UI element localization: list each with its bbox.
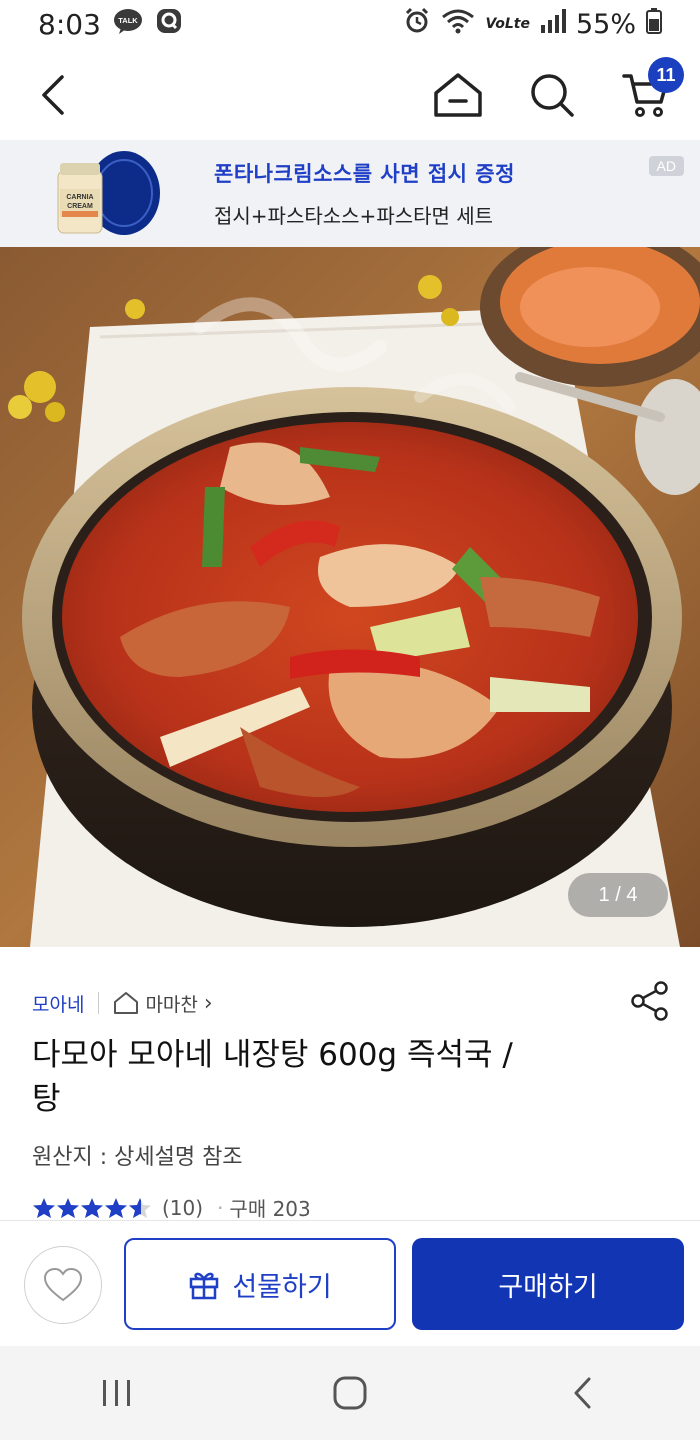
share-icon xyxy=(631,981,668,1021)
buy-button-label: 구매하기 xyxy=(498,1271,598,1303)
purchase-action-bar: 선물하기 구매하기 xyxy=(0,1222,700,1346)
purchase-count: 구매 203 xyxy=(229,1197,311,1221)
system-back-button[interactable] xyxy=(543,1353,623,1433)
signal-icon xyxy=(540,8,566,40)
ad-banner[interactable]: CARNIA CREAM 폰타나크림소스를 사면 접시 증정 접시+파스타소스+… xyxy=(0,140,700,247)
star-rating xyxy=(32,1197,152,1219)
share-button[interactable] xyxy=(628,979,672,1023)
stew-photo xyxy=(0,247,700,947)
gift-button[interactable]: 선물하기 xyxy=(124,1238,396,1330)
status-bar: 8:03 TALK VoLte 55% xyxy=(0,0,700,48)
search-icon xyxy=(531,74,574,117)
product-title-line-2: 탕 xyxy=(32,1081,61,1117)
product-info: 모아네 마마찬 › 다모아 모아네 내장탕 600g 즉석국 / 탕 원산지 :… xyxy=(32,975,672,1222)
ad-title: 폰타나크림소스를 사면 접시 증정 xyxy=(214,162,515,186)
wifi-icon xyxy=(441,8,475,41)
home-icon xyxy=(434,73,482,117)
cart-button[interactable]: 11 xyxy=(614,57,684,127)
product-page: 8:03 TALK VoLte 55% 11 CARNIA CREAM 폰타나크… xyxy=(0,0,700,1440)
breadcrumb-separator xyxy=(98,992,100,1014)
product-title: 다모아 모아네 내장탕 600g 즉석국 / 탕 xyxy=(32,1033,672,1121)
product-image-carousel[interactable]: 1 / 4 xyxy=(0,247,700,947)
volte-label: VoLte xyxy=(485,16,530,32)
ad-subtitle: 접시+파스타소스+파스타면 세트 xyxy=(214,204,494,228)
gift-icon xyxy=(190,1272,219,1300)
store-home-icon xyxy=(114,992,139,1014)
recent-apps-icon xyxy=(102,1380,130,1406)
search-button[interactable] xyxy=(520,63,584,127)
cart-count-badge: 11 xyxy=(648,57,684,93)
store-link[interactable]: 마마찬 › xyxy=(113,990,213,1017)
product-title-line-1: 다모아 모아네 내장탕 600g 즉석국 / xyxy=(32,1037,513,1073)
recent-apps-button[interactable] xyxy=(77,1353,157,1433)
store-name: 마마찬 xyxy=(145,993,198,1016)
rating-row[interactable]: (10) · 구매 203 xyxy=(32,1193,672,1222)
wishlist-button[interactable] xyxy=(24,1246,102,1324)
buy-button[interactable]: 구매하기 xyxy=(412,1238,684,1330)
system-navigation-bar xyxy=(0,1346,700,1440)
system-back-icon xyxy=(574,1377,591,1409)
image-page-indicator: 1 / 4 xyxy=(568,873,668,917)
home-button[interactable] xyxy=(426,63,490,127)
status-time: 8:03 xyxy=(38,7,101,41)
star-half-icon xyxy=(129,1197,151,1218)
top-navigation: 11 xyxy=(0,50,700,140)
review-count: (10) xyxy=(162,1195,204,1220)
chevron-left-icon xyxy=(42,75,64,115)
svg-text:CREAM: CREAM xyxy=(67,203,93,210)
star-icon xyxy=(105,1197,127,1218)
breadcrumb: 모아네 마마찬 › xyxy=(32,975,672,1031)
back-button[interactable] xyxy=(22,63,86,127)
ad-product-image: CARNIA CREAM xyxy=(52,149,164,239)
heart-icon xyxy=(43,1267,83,1302)
origin-info: 원산지 : 상세설명 참조 xyxy=(32,1145,243,1170)
kakaotalk-icon: TALK xyxy=(113,8,143,41)
svg-text:TALK: TALK xyxy=(118,16,138,25)
brand-link[interactable]: 모아네 xyxy=(32,990,84,1017)
divider xyxy=(0,1220,700,1221)
battery-icon xyxy=(646,7,662,41)
system-home-button[interactable] xyxy=(310,1353,390,1433)
svg-text:CARNIA: CARNIA xyxy=(66,194,93,201)
star-icon xyxy=(57,1197,79,1218)
separator-dot: · xyxy=(217,1195,224,1220)
star-icon xyxy=(33,1197,55,1218)
ad-tag: AD xyxy=(648,156,684,176)
system-home-icon xyxy=(333,1376,367,1410)
star-icon xyxy=(81,1197,103,1218)
battery-percent: 55% xyxy=(575,8,636,40)
gift-button-label: 선물하기 xyxy=(232,1271,332,1303)
chevron-right-icon: › xyxy=(203,990,213,1016)
alarm-icon xyxy=(403,7,431,42)
app-notification-icon xyxy=(155,7,183,42)
